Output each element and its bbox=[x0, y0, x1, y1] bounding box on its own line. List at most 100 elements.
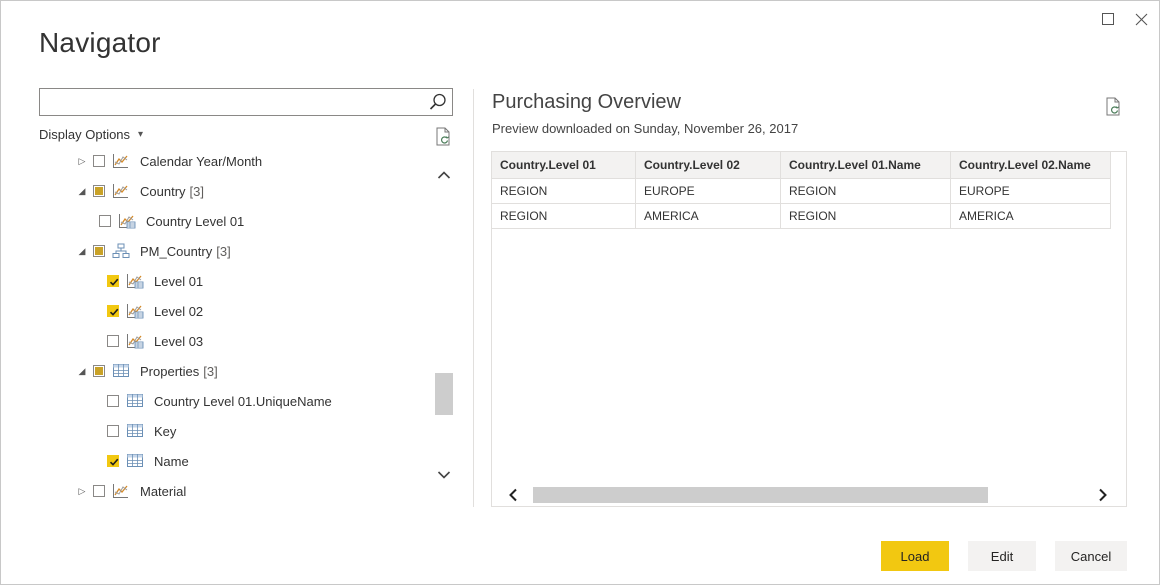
collapse-icon[interactable]: ◢ bbox=[77, 186, 87, 196]
table-icon bbox=[127, 454, 143, 467]
hierarchy-icon bbox=[112, 243, 130, 258]
chevron-up-icon bbox=[437, 171, 451, 179]
scroll-down-button[interactable] bbox=[435, 466, 453, 484]
column-header[interactable]: Country.Level 01 bbox=[492, 152, 636, 179]
checkbox[interactable] bbox=[107, 395, 119, 407]
tree-item[interactable]: Key bbox=[107, 419, 176, 443]
checkbox[interactable] bbox=[107, 305, 119, 317]
preview-subtitle: Preview downloaded on Sunday, November 2… bbox=[492, 121, 799, 136]
collapse-icon[interactable]: ◢ bbox=[77, 246, 87, 256]
table-icon bbox=[113, 364, 129, 377]
tree-item-label: Name bbox=[154, 453, 189, 469]
expand-icon[interactable]: ▷ bbox=[77, 486, 87, 496]
preview-title: Purchasing Overview bbox=[492, 91, 681, 113]
tree-item[interactable]: Level 02 bbox=[107, 299, 203, 323]
checkbox[interactable] bbox=[93, 245, 105, 257]
table-row: REGION AMERICA REGION AMERICA bbox=[492, 203, 1111, 229]
tree-item[interactable]: ◢ Country [3] bbox=[77, 179, 204, 203]
checkbox[interactable] bbox=[107, 335, 119, 347]
tree-item[interactable]: Name bbox=[107, 449, 189, 473]
tree-scrollbar[interactable] bbox=[435, 166, 453, 506]
load-button[interactable]: Load bbox=[881, 541, 949, 571]
table-header-row: Country.Level 01 Country.Level 02 Country.… bbox=[492, 152, 1111, 179]
checkbox[interactable] bbox=[93, 185, 105, 197]
checkbox[interactable] bbox=[107, 455, 119, 467]
tree-item[interactable]: Country Level 01 bbox=[99, 209, 244, 233]
collapse-icon[interactable]: ◢ bbox=[77, 366, 87, 376]
checkmark-icon bbox=[109, 458, 119, 466]
checkmark-icon bbox=[109, 278, 119, 286]
expand-icon[interactable]: ▷ bbox=[77, 156, 87, 166]
chart-table-icon bbox=[127, 334, 144, 349]
chart-table-icon bbox=[119, 214, 136, 229]
tree-item-count: [3] bbox=[203, 363, 218, 379]
tree-item-label: Level 01 bbox=[154, 273, 204, 289]
tree-item-label: Level 03 bbox=[154, 333, 204, 349]
tree-item-label: Calendar Year/Month bbox=[140, 153, 263, 169]
scroll-up-button[interactable] bbox=[435, 166, 453, 184]
maximize-button[interactable] bbox=[1098, 9, 1118, 29]
dialog-title: Navigator bbox=[39, 27, 161, 58]
checkbox[interactable] bbox=[99, 215, 111, 227]
search-box[interactable] bbox=[39, 88, 453, 116]
navigator-dialog: Navigator Display Options ▾ ▷ Calendar Ye… bbox=[0, 0, 1160, 585]
scroll-right-button[interactable] bbox=[1093, 485, 1113, 505]
display-options-label: Display Options bbox=[39, 127, 131, 142]
navigator-tree: ▷ Calendar Year/Month ◢ Country [3] Country L… bbox=[39, 149, 435, 507]
tree-item-count: [3] bbox=[216, 243, 231, 259]
tree-item[interactable]: Country Level 01.UniqueName bbox=[107, 389, 332, 413]
tree-item-label: Key bbox=[154, 423, 177, 439]
scroll-left-button[interactable] bbox=[503, 485, 523, 505]
tree-item-label: Country bbox=[140, 183, 186, 199]
chevron-down-icon: ▾ bbox=[138, 129, 144, 140]
search-icon[interactable] bbox=[428, 92, 448, 112]
checkbox[interactable] bbox=[93, 485, 105, 497]
tree-item[interactable]: ◢ PM_Country [3] bbox=[77, 239, 231, 263]
table-cell: AMERICA bbox=[950, 203, 1111, 229]
chart-icon bbox=[113, 184, 128, 198]
scrollbar-thumb[interactable] bbox=[533, 487, 988, 503]
tree-item[interactable]: Level 03 bbox=[107, 329, 203, 353]
edit-button[interactable]: Edit bbox=[968, 541, 1036, 571]
chart-table-icon bbox=[127, 304, 144, 319]
table-cell: EUROPE bbox=[635, 178, 781, 204]
close-button[interactable] bbox=[1131, 9, 1151, 29]
tree-item[interactable]: Level 01 bbox=[107, 269, 203, 293]
tree-item-label: Material bbox=[140, 483, 187, 499]
chart-icon bbox=[113, 154, 128, 168]
tree-item[interactable]: ◢ Properties [3] bbox=[77, 359, 218, 383]
table-cell: REGION bbox=[492, 178, 636, 204]
tree-item[interactable]: ▷ Material bbox=[77, 479, 187, 503]
table-cell: REGION bbox=[780, 178, 951, 204]
column-header[interactable]: Country.Level 02.Name bbox=[950, 152, 1111, 179]
table-horizontal-scrollbar[interactable] bbox=[491, 485, 1127, 505]
column-header[interactable]: Country.Level 02 bbox=[635, 152, 781, 179]
preview-table-container: Country.Level 01 Country.Level 02 Country.… bbox=[491, 151, 1127, 507]
table-cell: REGION bbox=[780, 203, 951, 229]
table-icon bbox=[127, 394, 143, 407]
close-icon bbox=[1135, 13, 1147, 25]
tree-item-label: Country Level 01.UniqueName bbox=[154, 393, 332, 409]
pane-divider bbox=[473, 89, 474, 507]
column-header[interactable]: Country.Level 01.Name bbox=[780, 152, 951, 179]
scrollbar-thumb[interactable] bbox=[435, 373, 453, 415]
display-options-dropdown[interactable]: Display Options ▾ bbox=[39, 127, 143, 142]
checkbox[interactable] bbox=[107, 425, 119, 437]
table-cell: AMERICA bbox=[635, 203, 781, 229]
search-input[interactable] bbox=[44, 90, 428, 116]
tree-item-label: Country Level 01 bbox=[146, 213, 245, 229]
checkbox[interactable] bbox=[93, 365, 105, 377]
cancel-button[interactable]: Cancel bbox=[1055, 541, 1127, 571]
checkmark-icon bbox=[109, 308, 119, 316]
table-cell: EUROPE bbox=[950, 178, 1111, 204]
tree-item-count: [3] bbox=[189, 183, 204, 199]
tree-item-label: PM_Country bbox=[140, 243, 213, 259]
refresh-icon[interactable] bbox=[1105, 97, 1123, 117]
chart-icon bbox=[113, 484, 128, 498]
table-row: REGION EUROPE REGION EUROPE bbox=[492, 178, 1111, 204]
checkbox[interactable] bbox=[93, 155, 105, 167]
refresh-icon[interactable] bbox=[435, 127, 453, 147]
table-cell: REGION bbox=[492, 203, 636, 229]
tree-item[interactable]: ▷ Calendar Year/Month bbox=[77, 149, 263, 173]
checkbox[interactable] bbox=[107, 275, 119, 287]
